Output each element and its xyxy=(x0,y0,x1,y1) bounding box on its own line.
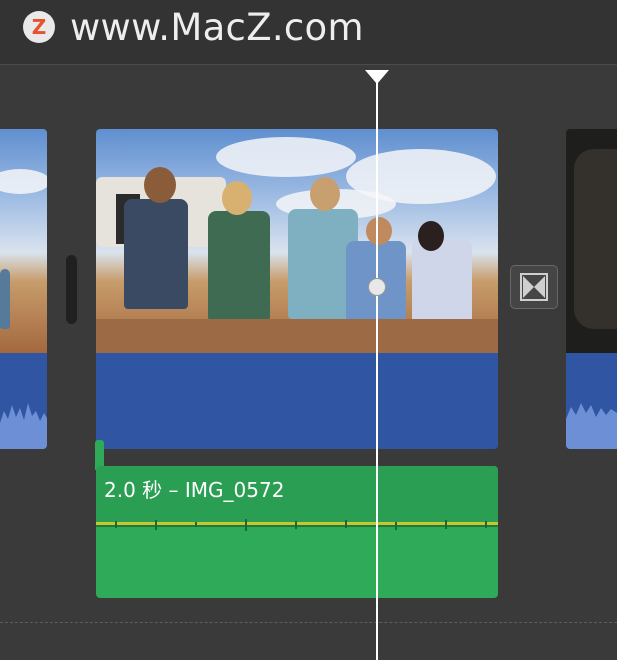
bowtie-transition-icon xyxy=(520,273,548,301)
playhead-skimmer-knob[interactable] xyxy=(368,278,386,296)
playhead-triangle-icon[interactable] xyxy=(365,70,389,84)
clip-audio-strip-right xyxy=(566,353,617,449)
clip-audio-strip-main xyxy=(96,353,498,449)
clip-audio-strip-left xyxy=(0,353,47,449)
top-bar: Z www.MacZ.com xyxy=(0,0,617,65)
transition-button[interactable] xyxy=(510,265,558,309)
clip-thumbnail-main xyxy=(96,129,498,353)
audio-clip[interactable]: 2.0 秒 – IMG_0572 xyxy=(96,466,498,598)
watermark-text: www.MacZ.com xyxy=(70,6,364,49)
clip-thumbnail-right xyxy=(566,129,617,353)
clip-thumbnail-left xyxy=(0,129,47,353)
clip-trim-handle[interactable] xyxy=(66,255,77,324)
track-divider xyxy=(0,622,617,623)
playhead-line[interactable] xyxy=(376,70,378,660)
video-clip-left[interactable] xyxy=(0,129,47,449)
macz-logo-icon: Z xyxy=(23,11,55,43)
video-clip-main[interactable] xyxy=(96,129,498,449)
audio-waveform xyxy=(96,519,498,531)
logo-letter: Z xyxy=(31,15,47,39)
video-clip-right[interactable] xyxy=(566,129,617,449)
